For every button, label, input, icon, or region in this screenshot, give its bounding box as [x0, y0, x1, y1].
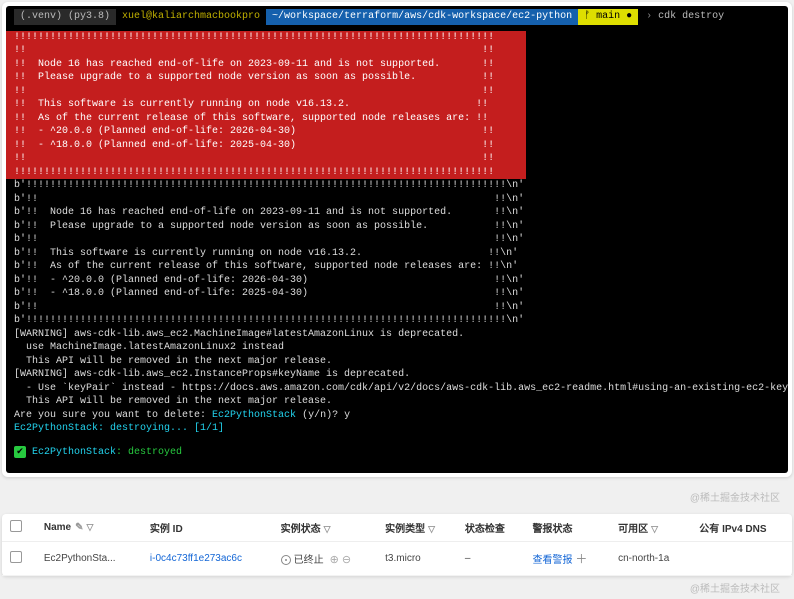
warning-line: !! !!	[14, 152, 526, 166]
output-line: b'!! !!\n'	[14, 301, 788, 315]
output-line: b'!! Please upgrade to a supported node …	[14, 220, 788, 234]
output-line: b'!! Node 16 has reached end-of-life on …	[14, 206, 788, 220]
sort-icon[interactable]: ▽	[321, 524, 331, 534]
output-line: b'!! This software is currently running …	[14, 247, 788, 261]
prompt-line: (.venv) (py3.8)xuel@kaliarchmacbookpro~/…	[6, 6, 788, 31]
stopped-icon	[281, 555, 291, 565]
plus-icon[interactable]: ＋	[575, 552, 587, 566]
path-segment: ~/workspace/terraform/aws/cdk-workspace/…	[266, 9, 578, 25]
col-instance-id[interactable]: 实例 ID	[142, 514, 273, 542]
cell-public-dns	[691, 542, 792, 576]
output-line: b'!! !!\n'	[14, 233, 788, 247]
col-public-dns[interactable]: 公有 IPv4 DNS	[691, 514, 792, 542]
state-text: 已终止	[294, 555, 324, 566]
deprecation-warning: [WARNING] aws-cdk-lib.aws_ec2.MachineIma…	[14, 328, 788, 342]
branch-name: main ●	[596, 11, 632, 22]
cell-name: Ec2PythonSta...	[36, 542, 142, 576]
col-instance-state[interactable]: 实例状态▽	[273, 514, 378, 542]
search-icon[interactable]: ⊕ ⊖	[324, 554, 352, 566]
command-segment: › cdk destroy	[638, 9, 730, 25]
col-alarm-status[interactable]: 警报状态	[525, 514, 611, 542]
git-branch-icon: ᚠ	[584, 11, 590, 22]
node-eol-warning-block: !!!!!!!!!!!!!!!!!!!!!!!!!!!!!!!!!!!!!!!!…	[6, 31, 526, 180]
output-line: b'!!!!!!!!!!!!!!!!!!!!!!!!!!!!!!!!!!!!!!…	[14, 314, 788, 328]
output-line: b'!! As of the current release of this s…	[14, 260, 788, 274]
stack-name: Ec2PythonStack	[32, 447, 116, 458]
col-label: 可用区	[618, 524, 648, 535]
confirm-answer: (y/n)? y	[296, 410, 350, 421]
col-label: Name	[44, 522, 71, 533]
col-label: 警报状态	[533, 524, 573, 535]
checkbox-icon[interactable]	[10, 520, 22, 532]
warning-line: !! - ^20.0.0 (Planned end-of-life: 2026-…	[14, 125, 526, 139]
warning-line: !! This software is currently running on…	[14, 98, 526, 112]
row-checkbox[interactable]	[10, 551, 22, 563]
col-instance-type[interactable]: 实例类型▽	[377, 514, 457, 542]
warning-line: !! As of the current release of this sof…	[14, 112, 526, 126]
venv-segment: (.venv) (py3.8)	[14, 9, 116, 25]
deprecation-warning: [WARNING] aws-cdk-lib.aws_ec2.InstancePr…	[14, 368, 788, 382]
col-label: 状态检查	[465, 524, 505, 535]
sort-icon[interactable]: ▽	[83, 522, 93, 532]
warning-border: !!!!!!!!!!!!!!!!!!!!!!!!!!!!!!!!!!!!!!!!…	[14, 166, 526, 180]
watermark: @稀土掘金技术社区	[0, 487, 794, 508]
deprecation-warning: This API will be removed in the next maj…	[14, 395, 788, 409]
cell-type: t3.micro	[377, 542, 457, 576]
warning-line: !! !!	[14, 85, 526, 99]
stack-name: Ec2PythonStack	[212, 410, 296, 421]
destroying-status: Ec2PythonStack: destroying... [1/1]	[14, 422, 788, 436]
col-name[interactable]: Name✎▽	[36, 514, 142, 542]
output-line: b'!!!!!!!!!!!!!!!!!!!!!!!!!!!!!!!!!!!!!!…	[14, 179, 788, 193]
warning-line: !! !!	[14, 44, 526, 58]
output-line: b'!! - ^18.0.0 (Planned end-of-life: 202…	[14, 287, 788, 301]
warning-border: !!!!!!!!!!!!!!!!!!!!!!!!!!!!!!!!!!!!!!!!…	[14, 31, 526, 45]
branch-segment: ᚠ main ●	[578, 9, 638, 25]
cell-state: 已终止⊕ ⊖	[273, 542, 378, 576]
warning-line: !! Please upgrade to a supported node ve…	[14, 71, 526, 85]
confirm-text: Are you sure you want to delete:	[14, 410, 212, 421]
deprecation-warning: This API will be removed in the next maj…	[14, 355, 788, 369]
deprecation-warning: use MachineImage.latestAmazonLinux2 inst…	[14, 341, 788, 355]
sort-icon[interactable]: ▽	[425, 524, 435, 534]
output-line: b'!! - ^20.0.0 (Planned end-of-life: 202…	[14, 274, 788, 288]
user-segment: xuel@kaliarchmacbookpro	[116, 9, 266, 25]
col-label: 实例类型	[385, 524, 425, 535]
col-label: 公有 IPv4 DNS	[699, 524, 766, 535]
chevron-right-icon: ›	[646, 11, 652, 22]
warning-line: !! - ^18.0.0 (Planned end-of-life: 2025-…	[14, 139, 526, 153]
check-icon: ✔	[14, 446, 26, 458]
command-text: cdk destroy	[658, 11, 724, 22]
col-status-check[interactable]: 状态检查	[457, 514, 525, 542]
terminal-output: b'!!!!!!!!!!!!!!!!!!!!!!!!!!!!!!!!!!!!!!…	[6, 179, 788, 459]
destroyed-line: ✔ Ec2PythonStack: destroyed	[14, 446, 788, 460]
terminal[interactable]: (.venv) (py3.8)xuel@kaliarchmacbookpro~/…	[6, 6, 788, 473]
confirm-line: Are you sure you want to delete: Ec2Pyth…	[14, 409, 788, 423]
col-az[interactable]: 可用区▽	[610, 514, 691, 542]
select-all-header[interactable]	[2, 514, 36, 542]
cell-status-check: –	[457, 542, 525, 576]
deprecation-warning: - Use `keyPair` instead - https://docs.a…	[14, 382, 788, 396]
destroyed-status: : destroyed	[116, 447, 182, 458]
watermark: @稀土掘金技术社区	[0, 578, 794, 599]
table-row[interactable]: Ec2PythonSta... i-0c4c73ff1e273ac6c 已终止⊕…	[2, 542, 792, 576]
col-label: 实例状态	[281, 524, 321, 535]
instances-table: Name✎▽ 实例 ID 实例状态▽ 实例类型▽ 状态检查 警报状态 可用区▽ …	[2, 514, 792, 576]
warning-line: !! Node 16 has reached end-of-life on 20…	[14, 58, 526, 72]
pencil-icon[interactable]: ✎	[71, 522, 83, 533]
instance-id-link[interactable]: i-0c4c73ff1e273ac6c	[150, 553, 242, 564]
view-alarms-link[interactable]: 查看警报	[533, 555, 573, 566]
cell-az: cn-north-1a	[610, 542, 691, 576]
output-line: b'!! !!\n'	[14, 193, 788, 207]
sort-icon[interactable]: ▽	[648, 524, 658, 534]
col-label: 实例 ID	[150, 524, 183, 535]
